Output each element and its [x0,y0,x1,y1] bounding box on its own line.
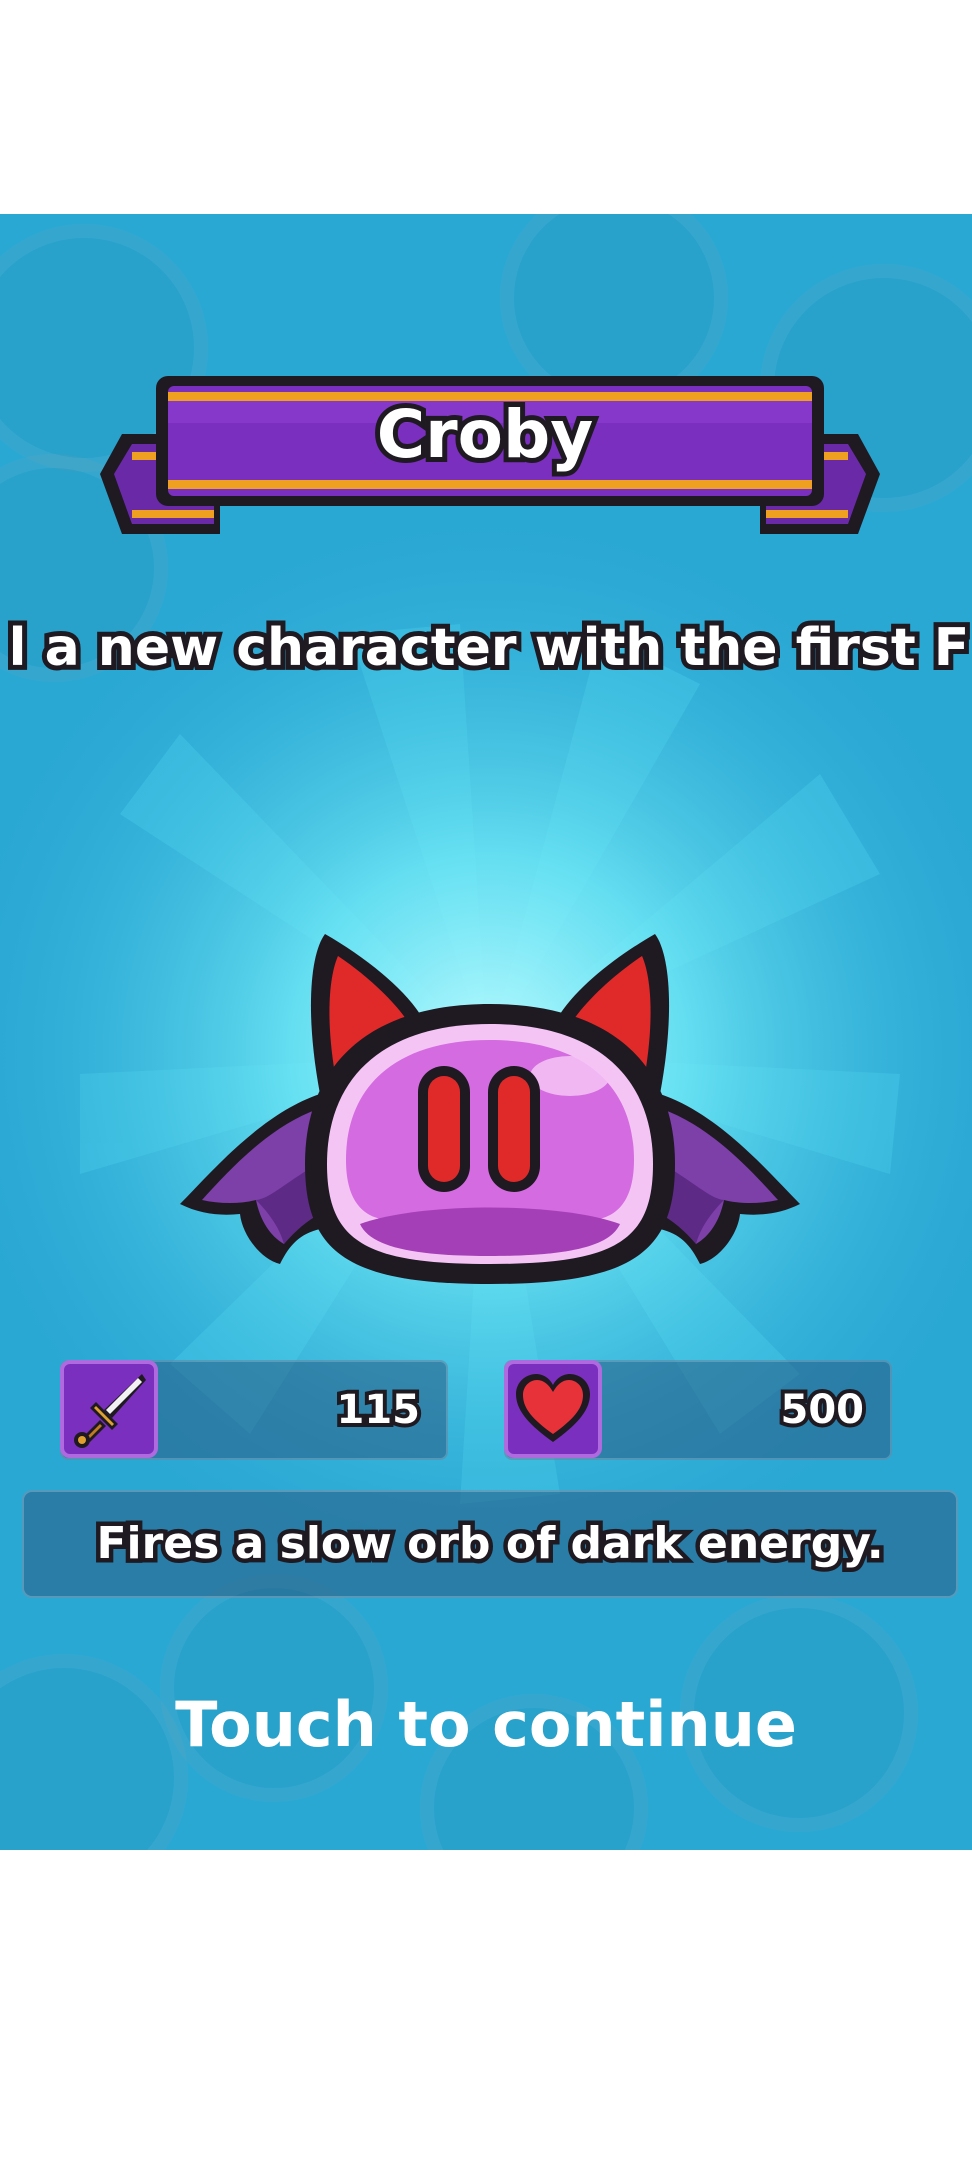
attack-stat: 115 [60,1360,448,1460]
heart-icon [516,1374,590,1442]
attack-value: 115 [333,1383,424,1437]
health-stat: 500 [504,1360,892,1460]
health-icon-box [504,1360,602,1458]
description-box: Fires a slow orb of dark energy. [22,1490,958,1598]
attack-icon-box [60,1360,158,1458]
touch-to-continue-prompt[interactable]: Touch to continue [0,1688,972,1761]
character-description: Fires a slow orb of dark energy. [92,1514,888,1574]
sword-icon [74,1374,146,1448]
croby-character-icon [180,934,800,1284]
character-unlock-screen[interactable]: Croby l a new character with the first F [0,214,972,1850]
health-value: 500 [777,1383,868,1437]
character-name-title: Croby [372,391,599,478]
unlock-subtitle: l a new character with the first F [4,613,972,683]
